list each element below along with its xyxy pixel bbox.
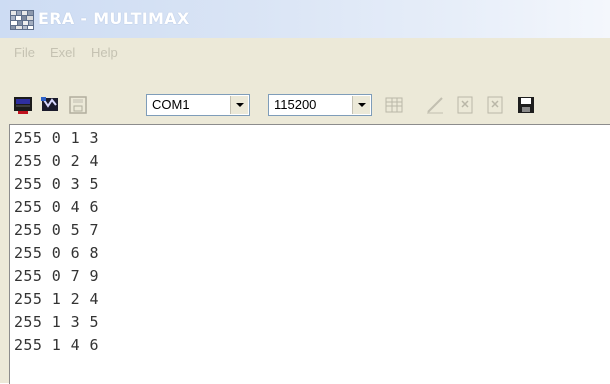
baud-rate-select[interactable]: 115200 [268, 94, 372, 116]
disconnect-icon[interactable] [39, 94, 61, 116]
graph-icon[interactable] [424, 94, 446, 116]
list-item: 255 1 2 4 [14, 290, 99, 308]
clear-icon[interactable] [484, 94, 506, 116]
list-item: 255 0 5 7 [14, 221, 99, 239]
menu-exel[interactable]: Exel [50, 45, 75, 60]
list-item: 255 0 3 5 [14, 175, 99, 193]
list-item: 255 0 7 9 [14, 267, 99, 285]
list-item: 255 0 1 3 [14, 129, 99, 147]
app-logo-icon [10, 10, 34, 30]
menu-bar: File Exel Help [0, 38, 610, 66]
list-item: 255 1 4 6 [14, 336, 99, 354]
floppy-icon[interactable] [515, 94, 537, 116]
com-port-select[interactable]: COM1 [146, 94, 250, 116]
list-item: 255 0 4 6 [14, 198, 99, 216]
connect-icon[interactable] [12, 94, 34, 116]
baud-rate-value: 115200 [274, 97, 317, 112]
save-icon[interactable] [67, 94, 89, 116]
list-item: 255 1 3 5 [14, 313, 99, 331]
menu-help[interactable]: Help [91, 45, 118, 60]
menu-file[interactable]: File [14, 45, 35, 60]
app-window: ERA - MULTIMAX File Exel Help COM1 11520… [0, 0, 610, 384]
table-icon[interactable] [383, 94, 405, 116]
chevron-down-icon[interactable] [352, 96, 370, 114]
chevron-down-icon[interactable] [230, 96, 248, 114]
serial-output-panel[interactable]: 255 0 1 3 255 0 2 4 255 0 3 5 255 0 4 6 … [9, 124, 610, 384]
list-item: 255 0 6 8 [14, 244, 99, 262]
com-port-value: COM1 [152, 97, 190, 112]
title-bar[interactable]: ERA - MULTIMAX [0, 0, 610, 38]
toolbar: COM1 115200 [0, 66, 610, 124]
list-item: 255 0 2 4 [14, 152, 99, 170]
window-title: ERA - MULTIMAX [38, 9, 190, 28]
export-icon[interactable] [454, 94, 476, 116]
